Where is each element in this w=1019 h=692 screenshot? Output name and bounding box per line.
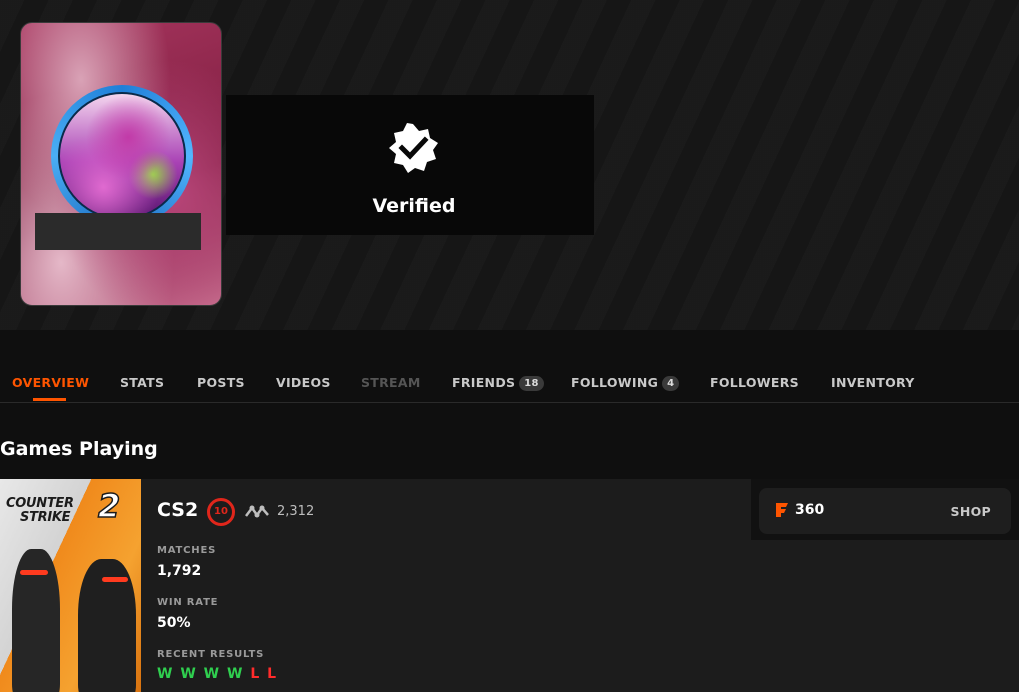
art-title-line1: COUNTER (6, 496, 74, 511)
result-item: W (157, 666, 174, 682)
elo-trend-icon (245, 505, 269, 518)
avatar-frame (51, 85, 193, 227)
profile-tabs: OVERVIEW STATS POSTS VIDEOS STREAM FRIEN… (0, 330, 1019, 403)
win-rate-label: WIN RATE (157, 597, 219, 608)
game-name: CS2 (157, 499, 199, 521)
verified-panel: Verified (226, 95, 594, 235)
following-count-badge: 4 (662, 376, 680, 391)
tab-inventory[interactable]: INVENTORY (831, 375, 915, 390)
result-item: W (226, 666, 244, 682)
shop-button[interactable]: SHOP (951, 504, 991, 519)
art-title-number: 2 (97, 487, 121, 525)
points-shop-box[interactable]: 360 SHOP (759, 488, 1011, 534)
soldier-right-visor (102, 577, 128, 582)
avatar[interactable] (58, 92, 186, 220)
win-rate-value: 50% (157, 615, 191, 631)
recent-results: W W W W L L (157, 666, 278, 682)
tab-friends-label: FRIENDS (452, 375, 516, 390)
verified-label: Verified (372, 195, 456, 217)
tab-followers[interactable]: FOLLOWERS (710, 375, 799, 390)
tab-posts[interactable]: POSTS (197, 375, 245, 390)
result-item: L (250, 666, 261, 682)
game-cover-art: COUNTER STRIKE 2 (0, 479, 141, 692)
tab-following-label: FOLLOWING (571, 375, 659, 390)
tab-friends[interactable]: FRIENDS 18 (452, 375, 544, 391)
soldier-left-visor (20, 570, 48, 575)
art-title-line2: STRIKE (20, 510, 71, 525)
tab-stream: STREAM (361, 375, 421, 390)
profile-banner: Verified (0, 0, 1019, 330)
verified-badge-icon (389, 123, 438, 173)
friends-count-badge: 18 (519, 376, 544, 391)
games-playing-title: Games Playing (0, 438, 158, 460)
tab-overview[interactable]: OVERVIEW (12, 375, 89, 390)
tab-stats[interactable]: STATS (120, 375, 164, 390)
elo-value: 2,312 (277, 504, 315, 519)
tab-videos[interactable]: VIDEOS (276, 375, 331, 390)
profile-card (20, 22, 222, 306)
username-redacted (35, 213, 201, 250)
game-art-logo: COUNTER STRIKE 2 (6, 489, 121, 525)
matches-value: 1,792 (157, 563, 202, 579)
result-item: W (180, 666, 198, 682)
active-tab-indicator (33, 398, 66, 401)
result-item: W (203, 666, 221, 682)
shop-panel: 360 SHOP (751, 479, 1019, 540)
faceit-points-icon (776, 503, 788, 517)
tab-following[interactable]: FOLLOWING 4 (571, 375, 680, 391)
recent-results-label: RECENT RESULTS (157, 649, 265, 660)
result-item: L (267, 666, 278, 682)
matches-label: MATCHES (157, 545, 217, 556)
skill-level-badge: 10 (207, 498, 235, 526)
points-balance: 360 (795, 502, 825, 518)
